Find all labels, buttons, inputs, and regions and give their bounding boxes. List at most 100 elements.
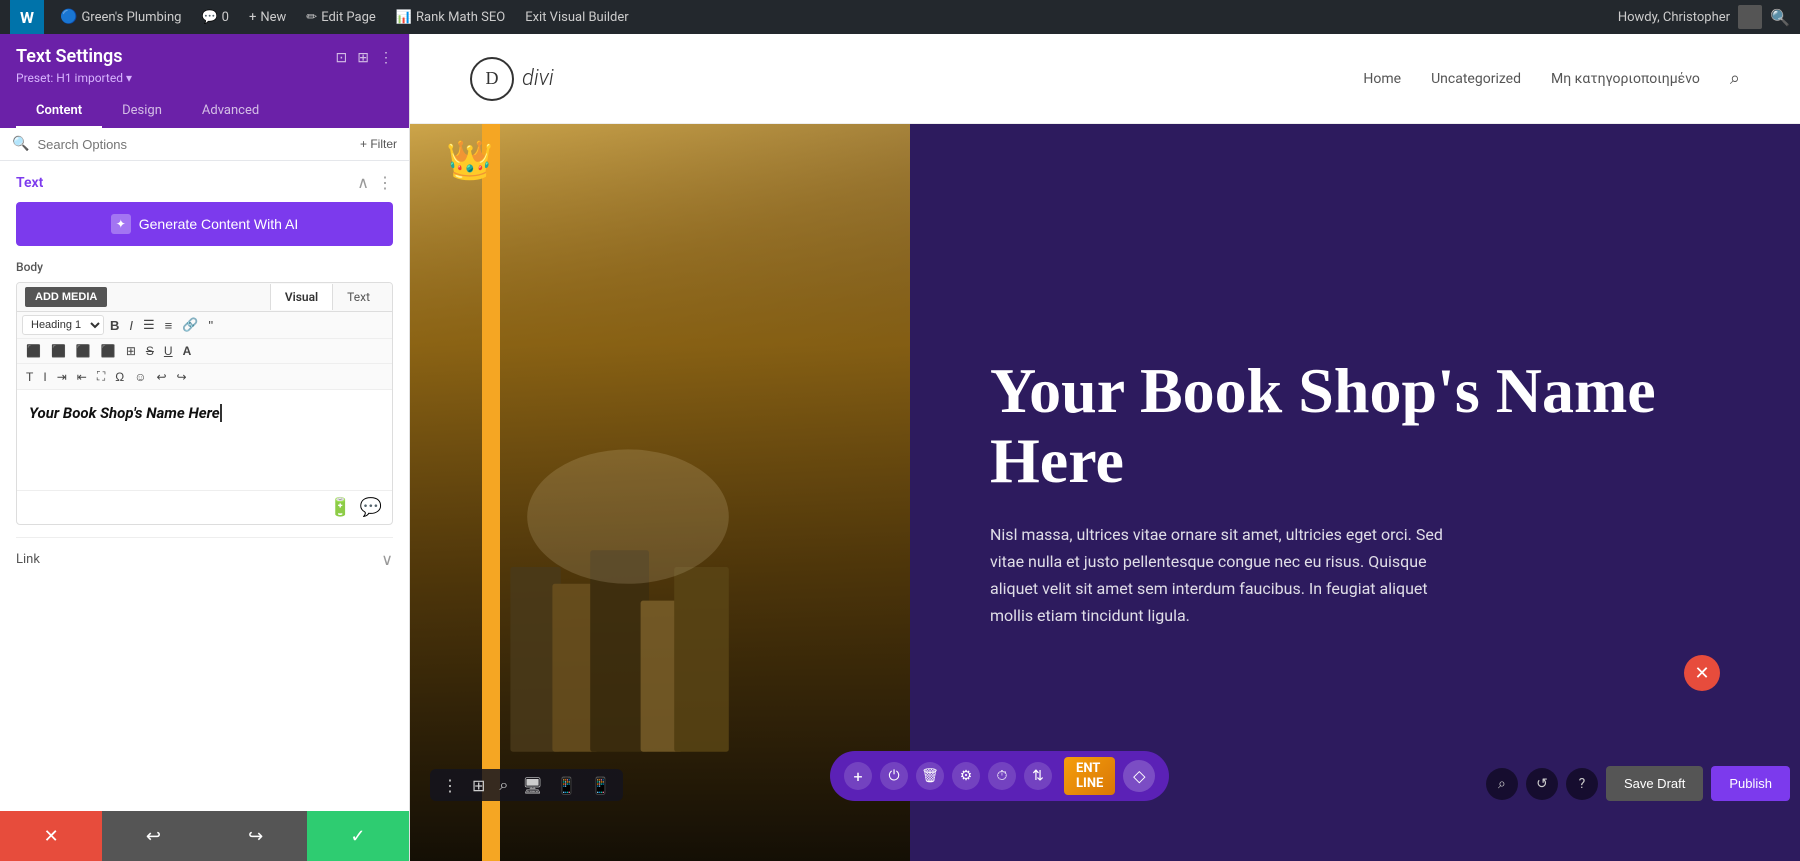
redo-button[interactable]: ↪: [173, 368, 191, 386]
builder-tablet-icon[interactable]: 📱: [557, 776, 577, 795]
tab-content[interactable]: Content: [16, 95, 102, 128]
new-item[interactable]: + New: [239, 10, 296, 25]
redo-history-button[interactable]: ↪: [205, 811, 307, 861]
add-media-button[interactable]: ADD MEDIA: [25, 287, 107, 307]
align-right-button[interactable]: ⬛: [72, 342, 95, 360]
search-icon: 🔍: [12, 136, 29, 152]
undo-button[interactable]: ↩: [152, 368, 170, 386]
editor-content-area[interactable]: Your Book Shop's Name Here: [17, 390, 392, 490]
left-panel: Text Settings Preset: H1 imported ▾ ⊡ ⊞ …: [0, 34, 410, 861]
save-draft-button[interactable]: Save Draft: [1606, 766, 1703, 801]
right-area: D divi Home Uncategorized Μη κατηγοριοπο…: [410, 34, 1800, 861]
panel-more-icon[interactable]: ⋮: [379, 50, 393, 66]
section-title: Text: [16, 175, 43, 191]
align-justify-button[interactable]: ⬛: [97, 342, 120, 360]
undo-history-button[interactable]: ↩: [102, 811, 204, 861]
panel-columns-icon[interactable]: ⊞: [357, 50, 369, 66]
builder-phone-icon[interactable]: 📱: [591, 776, 611, 795]
blockquote-button[interactable]: ": [204, 316, 217, 335]
save-button[interactable]: ✓: [307, 811, 409, 861]
align-left-button[interactable]: ⬛: [22, 342, 45, 360]
link-button[interactable]: 🔗: [178, 315, 202, 335]
panel-body: Text ∧ ⋮ ✦ Generate Content With AI Body: [0, 161, 409, 811]
site-header: D divi Home Uncategorized Μη κατηγοριοπο…: [410, 34, 1800, 124]
special-chars-button[interactable]: Ω: [111, 368, 128, 386]
logo-circle: D: [470, 57, 514, 101]
builder-more-icon[interactable]: ⋮: [442, 776, 458, 795]
builder-grid-icon[interactable]: ⊞: [472, 776, 485, 795]
builder-desktop-icon[interactable]: 🖥: [522, 776, 542, 795]
action-bar: + ⏻ 🗑 ⚙ ⏱ ⇅ ENTLINE ⬦: [830, 751, 1169, 801]
unordered-list-button[interactable]: ☰: [139, 315, 159, 335]
hero-title: Your Book Shop's Name Here: [990, 356, 1740, 497]
panel-preset[interactable]: Preset: H1 imported ▾: [16, 71, 132, 85]
action-power-icon[interactable]: ⏻: [880, 762, 908, 790]
nav-home[interactable]: Home: [1363, 71, 1401, 87]
nav-greek[interactable]: Μη κατηγοριοποιημένο: [1551, 71, 1700, 87]
search-input[interactable]: [37, 137, 352, 152]
paste-text-button[interactable]: T: [22, 368, 37, 386]
filter-button[interactable]: + Filter: [360, 137, 397, 151]
search-action-icon[interactable]: ⌕: [1486, 768, 1518, 800]
strikethrough-button[interactable]: S: [142, 342, 158, 360]
hero-body: Nisl massa, ultrices vitae ornare sit am…: [990, 521, 1470, 630]
tab-advanced[interactable]: Advanced: [182, 95, 279, 128]
action-delete-icon[interactable]: 🗑: [916, 762, 944, 790]
user-avatar: [1738, 5, 1762, 29]
table-button[interactable]: ⊞: [122, 342, 140, 360]
panel-resize-icon[interactable]: ⊡: [336, 50, 348, 66]
chat-icon[interactable]: 💬: [360, 497, 382, 518]
link-chevron-icon: ∨: [381, 550, 393, 569]
text-color-button[interactable]: A: [179, 342, 196, 360]
link-section[interactable]: Link ∨: [16, 537, 393, 581]
action-time-icon[interactable]: ⏱: [988, 762, 1016, 790]
heading-select[interactable]: Heading 1 Heading 2 Paragraph: [22, 315, 104, 335]
wp-icon[interactable]: W: [10, 0, 44, 34]
action-navigate-icon[interactable]: ⬦: [1123, 760, 1155, 792]
editor-container: ADD MEDIA Visual Text Heading 1 Heading …: [16, 282, 393, 525]
top-bar: W 🔵 Green's Plumbing 💬 0 + New ✏ Edit Pa…: [0, 0, 1800, 34]
visual-tab[interactable]: Visual: [270, 284, 333, 310]
ordered-list-button[interactable]: ≡: [161, 316, 177, 335]
format-button[interactable]: I: [39, 368, 50, 386]
help-action-icon[interactable]: ?: [1566, 768, 1598, 800]
close-bubble[interactable]: ✕: [1684, 655, 1720, 691]
fullscreen-button[interactable]: ⛶: [93, 367, 109, 386]
cancel-button[interactable]: ✕: [0, 811, 102, 861]
edit-page-item[interactable]: ✏ Edit Page: [296, 10, 386, 25]
comments-item[interactable]: 💬 0: [191, 10, 239, 25]
body-label: Body: [16, 260, 393, 274]
site-name[interactable]: 🔵 Green's Plumbing: [50, 9, 191, 25]
bold-button[interactable]: B: [106, 316, 123, 335]
save-actions: ⌕ ↺ ? Save Draft Publish: [1486, 766, 1790, 801]
action-settings-icon[interactable]: ⚙: [952, 762, 980, 790]
crown-icon: 👑: [446, 139, 493, 183]
text-tab[interactable]: Text: [333, 284, 384, 310]
underline-button[interactable]: U: [160, 342, 177, 360]
section-collapse-icon[interactable]: ∧: [357, 173, 369, 192]
outdent-button[interactable]: ⇤: [73, 368, 91, 386]
exit-builder-item[interactable]: Exit Visual Builder: [515, 10, 638, 25]
action-columns-icon[interactable]: ⇅: [1024, 762, 1052, 790]
publish-button[interactable]: Publish: [1711, 766, 1790, 801]
settings-action-icon[interactable]: ↺: [1526, 768, 1558, 800]
tab-design[interactable]: Design: [102, 95, 182, 128]
action-add-icon[interactable]: +: [844, 762, 872, 790]
search-icon[interactable]: 🔍: [1770, 8, 1790, 27]
italic-button[interactable]: I: [125, 316, 137, 335]
rank-math-item[interactable]: 📊 Rank Math SEO: [386, 10, 515, 25]
nav-search-icon[interactable]: ⌕: [1730, 68, 1740, 89]
hero-section: 👑 Your Book Shop's Name Here Nisl massa: [410, 124, 1800, 861]
panel-title: Text Settings: [16, 46, 132, 67]
builder-search-icon[interactable]: ⌕: [499, 775, 508, 795]
nav-uncategorized[interactable]: Uncategorized: [1431, 71, 1521, 87]
section-more-icon[interactable]: ⋮: [377, 173, 393, 192]
howdy-text: Howdy, Christopher: [1618, 10, 1730, 25]
ai-icon: ✦: [111, 214, 131, 234]
emoji-button[interactable]: ☺: [130, 368, 150, 386]
ai-generate-button[interactable]: ✦ Generate Content With AI: [16, 202, 393, 246]
site-logo: D divi: [470, 57, 554, 101]
indent-button[interactable]: ⇥: [53, 368, 71, 386]
align-center-button[interactable]: ⬛: [47, 342, 70, 360]
grammar-icon[interactable]: 🔋: [329, 497, 351, 518]
